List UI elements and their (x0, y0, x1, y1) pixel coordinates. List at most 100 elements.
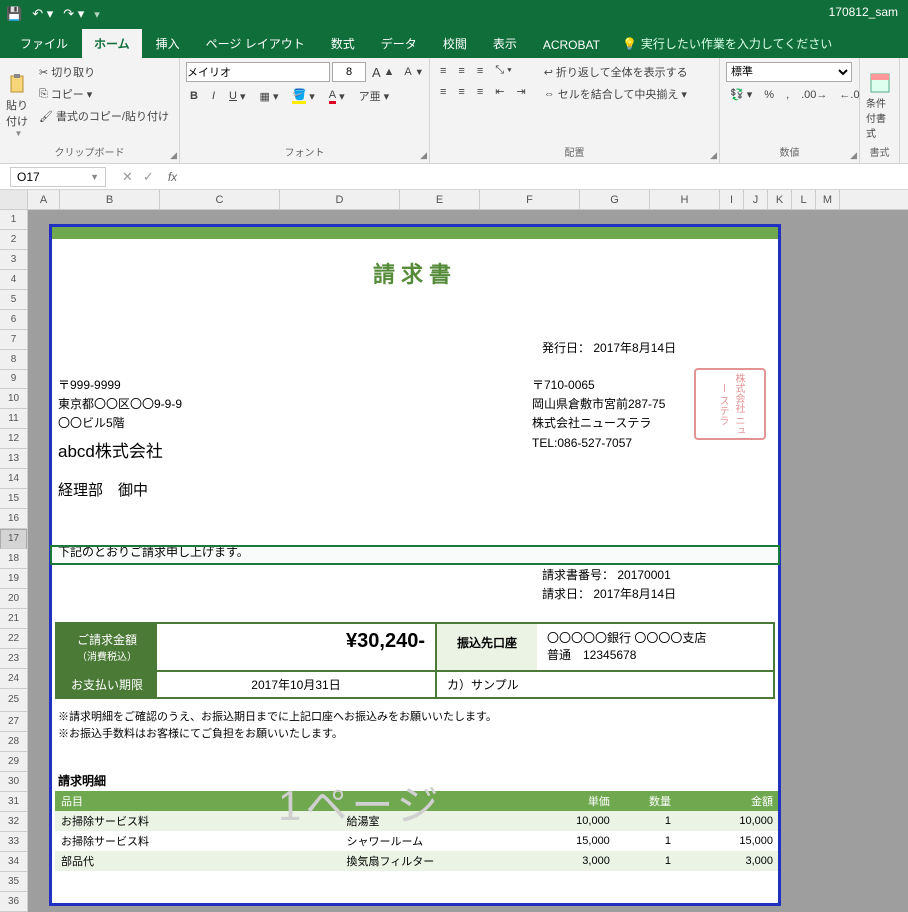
row-header-31[interactable]: 31 (0, 792, 27, 812)
increase-indent-button[interactable]: ⇥ (512, 83, 529, 100)
row-header-7[interactable]: 7 (0, 330, 27, 350)
increase-font-button[interactable]: A▲ (368, 63, 398, 82)
row-header-9[interactable]: 9 (0, 370, 27, 390)
undo-icon[interactable]: ↶ ▾ (32, 6, 53, 22)
percent-button[interactable]: % (760, 87, 778, 103)
orientation-button[interactable]: ⤡ ▾ (491, 62, 515, 79)
font-size-combo[interactable] (332, 62, 366, 82)
formula-input[interactable] (183, 167, 908, 187)
row-header-34[interactable]: 34 (0, 852, 27, 872)
col-header-J[interactable]: J (744, 190, 768, 209)
row-header-18[interactable]: 18 (0, 549, 27, 569)
tab-insert[interactable]: 挿入 (144, 29, 192, 58)
col-header-D[interactable]: D (280, 190, 400, 209)
row-header-35[interactable]: 35 (0, 872, 27, 892)
italic-button[interactable]: I (208, 88, 219, 104)
col-header-L[interactable]: L (792, 190, 816, 209)
comma-button[interactable]: , (782, 87, 793, 103)
row-header-20[interactable]: 20 (0, 589, 27, 609)
row-header-19[interactable]: 19 (0, 569, 27, 589)
row-header-14[interactable]: 14 (0, 469, 27, 489)
fx-icon[interactable]: fx (162, 170, 183, 184)
tab-formulas[interactable]: 数式 (319, 29, 367, 58)
row-header-15[interactable]: 15 (0, 489, 27, 509)
paste-button[interactable]: 貼り付け ▼ (6, 62, 31, 142)
dialog-launcher-icon[interactable]: ◢ (850, 150, 857, 161)
border-button[interactable]: ▦ ▾ (256, 88, 283, 105)
tab-data[interactable]: データ (369, 29, 429, 58)
align-left-button[interactable]: ≡ (436, 84, 450, 100)
col-header-G[interactable]: G (580, 190, 650, 209)
col-header-A[interactable]: A (28, 190, 60, 209)
row-header-24[interactable]: 24 (0, 669, 27, 689)
row-header-8[interactable]: 8 (0, 350, 27, 370)
format-painter-button[interactable]: 🖌書式のコピー/貼り付け (35, 106, 173, 126)
chevron-down-icon[interactable]: ▼ (90, 172, 99, 182)
font-color-button[interactable]: A ▾ (325, 87, 349, 106)
align-top-button[interactable]: ≡ (436, 63, 450, 79)
col-header-K[interactable]: K (768, 190, 792, 209)
row-header-12[interactable]: 12 (0, 429, 27, 449)
increase-decimal-button[interactable]: .00→ (797, 87, 831, 103)
cancel-icon[interactable]: ✕ (122, 169, 133, 185)
tab-home[interactable]: ホーム (82, 29, 142, 58)
row-header-11[interactable]: 11 (0, 409, 27, 429)
row-header-22[interactable]: 22 (0, 629, 27, 649)
wrap-text-button[interactable]: ↩折り返して全体を表示する (540, 62, 692, 82)
tab-view[interactable]: 表示 (481, 29, 529, 58)
tab-file[interactable]: ファイル (8, 29, 80, 58)
dialog-launcher-icon[interactable]: ◢ (420, 150, 427, 161)
tab-page-layout[interactable]: ページ レイアウト (194, 29, 317, 58)
save-icon[interactable]: 💾 (6, 6, 22, 22)
row-header-1[interactable]: 1 (0, 210, 27, 230)
row-header-5[interactable]: 5 (0, 290, 27, 310)
row-header-29[interactable]: 29 (0, 752, 27, 772)
row-header-21[interactable]: 21 (0, 609, 27, 629)
row-header-30[interactable]: 30 (0, 772, 27, 792)
tell-me-search[interactable]: 💡 実行したい作業を入力してください (614, 29, 840, 58)
align-bottom-button[interactable]: ≡ (473, 63, 487, 79)
worksheet-area[interactable]: 1234567891011121314151617181920212223242… (0, 210, 908, 912)
col-header-B[interactable]: B (60, 190, 160, 209)
row-header-25[interactable]: 25 (0, 689, 27, 713)
row-header-4[interactable]: 4 (0, 270, 27, 290)
row-header-16[interactable]: 16 (0, 509, 27, 529)
row-header-32[interactable]: 32 (0, 812, 27, 832)
qat-customize-icon[interactable]: ▾ (94, 8, 100, 21)
fill-color-button[interactable]: 🪣 ▾ (288, 86, 318, 106)
cells-canvas[interactable]: 請求書 発行日： 2017年8月14日 〒999-9999 東京都〇〇区〇〇9-… (28, 210, 908, 912)
enter-icon[interactable]: ✓ (143, 169, 154, 185)
align-center-button[interactable]: ≡ (454, 84, 468, 100)
dialog-launcher-icon[interactable]: ◢ (170, 150, 177, 161)
row-header-2[interactable]: 2 (0, 230, 27, 250)
redo-icon[interactable]: ↷ ▾ (63, 6, 84, 22)
row-header-33[interactable]: 33 (0, 832, 27, 852)
phonetic-button[interactable]: ア亜 ▾ (355, 86, 394, 106)
cut-button[interactable]: ✂切り取り (35, 62, 173, 82)
row-header-27[interactable]: 27 (0, 712, 27, 732)
dialog-launcher-icon[interactable]: ◢ (710, 150, 717, 161)
col-header-C[interactable]: C (160, 190, 280, 209)
row-header-6[interactable]: 6 (0, 310, 27, 330)
col-header-F[interactable]: F (480, 190, 580, 209)
row-header-28[interactable]: 28 (0, 732, 27, 752)
col-header-M[interactable]: M (816, 190, 840, 209)
col-header-I[interactable]: I (720, 190, 744, 209)
conditional-format-button[interactable]: 条件付書式 (866, 62, 893, 142)
name-box[interactable]: O17 ▼ (10, 167, 106, 187)
decrease-font-button[interactable]: A▼ (400, 64, 427, 80)
font-name-combo[interactable] (186, 62, 330, 82)
tab-review[interactable]: 校閲 (431, 29, 479, 58)
row-header-3[interactable]: 3 (0, 250, 27, 270)
tab-acrobat[interactable]: ACROBAT (531, 32, 612, 58)
underline-button[interactable]: U ▾ (225, 88, 249, 105)
number-format-combo[interactable]: 標準 (726, 62, 852, 82)
row-header-13[interactable]: 13 (0, 449, 27, 469)
align-right-button[interactable]: ≡ (473, 84, 487, 100)
merge-center-button[interactable]: ⇔セルを結合して中央揃え ▾ (540, 84, 692, 104)
row-header-10[interactable]: 10 (0, 389, 27, 409)
col-header-H[interactable]: H (650, 190, 720, 209)
bold-button[interactable]: B (186, 88, 202, 104)
col-header-E[interactable]: E (400, 190, 480, 209)
row-header-36[interactable]: 36 (0, 892, 27, 912)
